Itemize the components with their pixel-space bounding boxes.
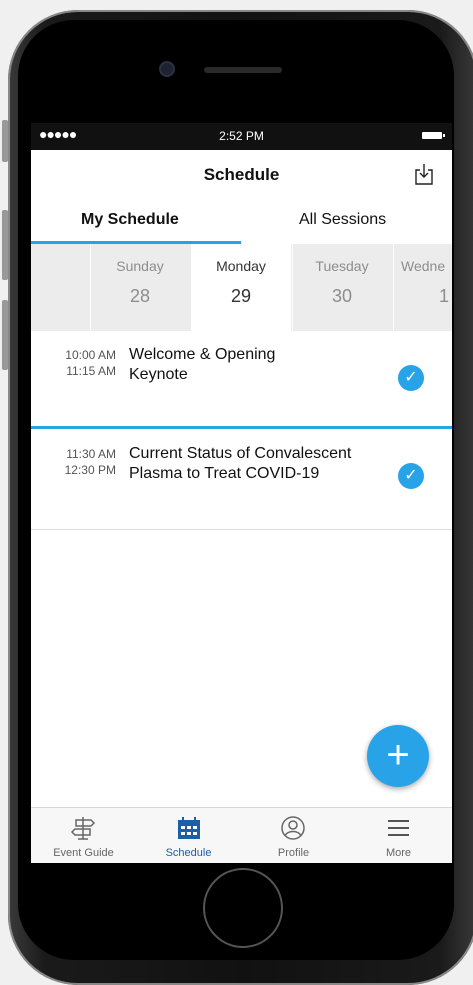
day-name: Sunday	[116, 258, 164, 274]
added-check-icon[interactable]: ✓	[398, 463, 424, 489]
tab-label: Profile	[277, 847, 310, 859]
front-camera	[161, 63, 173, 75]
day-selector: Sunday 28 Monday 29 Tuesday 30 Wedne 1	[31, 244, 452, 332]
day-tuesday[interactable]: Tuesday 30	[292, 244, 392, 331]
tab-label: More	[385, 847, 412, 859]
signpost-icon	[70, 817, 96, 840]
day-divider	[292, 244, 293, 331]
tab-all-sessions[interactable]: All Sessions	[299, 211, 386, 229]
day-number: 29	[230, 286, 252, 306]
day-wednesday[interactable]: Wedne 1	[393, 244, 452, 331]
session-end-time: 12:30 PM	[64, 463, 116, 477]
mute-switch	[2, 120, 8, 162]
tab-label: Schedule	[165, 847, 212, 859]
day-name: Wedne	[401, 258, 446, 274]
home-button[interactable]	[203, 868, 283, 948]
day-monday[interactable]: Monday 29	[191, 244, 291, 331]
menu-icon	[388, 820, 409, 836]
session-row[interactable]: 11:30 AM 12:30 PM Current Status of Conv…	[31, 429, 452, 529]
list-divider	[31, 529, 452, 530]
session-times: 10:00 AM 11:15 AM	[31, 347, 116, 379]
session-end-time: 11:15 AM	[66, 364, 116, 378]
session-title: Welcome & Opening Keynote	[129, 346, 276, 383]
session-start-time: 10:00 AM	[65, 348, 116, 362]
export-icon[interactable]	[414, 163, 434, 185]
session-row[interactable]: 10:00 AM 11:15 AM Welcome & Opening Keyn…	[31, 331, 452, 426]
volume-up-button	[2, 210, 8, 280]
tab-event-guide[interactable]: Event Guide	[31, 808, 136, 863]
bottom-tab-bar: Event Guide Schedule Profile More	[31, 807, 452, 863]
battery-icon	[422, 132, 445, 139]
tab-profile[interactable]: Profile	[241, 808, 346, 863]
session-start-time: 11:30 AM	[66, 447, 116, 461]
day-number: 1	[439, 286, 450, 306]
day-name: Monday	[216, 258, 266, 274]
day-sunday[interactable]: Sunday 28	[90, 244, 190, 331]
session-times: 11:30 AM 12:30 PM	[31, 446, 116, 478]
day-number: 30	[331, 286, 353, 306]
nav-bar: Schedule	[31, 150, 452, 197]
added-check-icon[interactable]: ✓	[398, 365, 424, 391]
schedule-tabs: My Schedule All Sessions	[31, 197, 452, 244]
session-title: Current Status of Convalescent Plasma to…	[129, 445, 352, 482]
calendar-icon	[178, 817, 200, 839]
volume-down-button	[2, 300, 8, 370]
page-title: Schedule	[203, 165, 280, 184]
app-screen: ●●●●● 2:52 PM Schedule My Schedule All S…	[31, 123, 452, 863]
day-divider	[393, 244, 394, 331]
day-number: 28	[129, 286, 151, 306]
tab-more[interactable]: More	[346, 808, 451, 863]
add-session-button[interactable]: +	[367, 725, 429, 787]
status-bar: ●●●●● 2:52 PM	[31, 123, 452, 150]
day-name: Tuesday	[315, 258, 369, 274]
profile-icon	[281, 816, 305, 840]
day-divider	[90, 244, 91, 331]
tab-my-schedule[interactable]: My Schedule	[81, 211, 179, 229]
status-time: 2:52 PM	[219, 129, 264, 143]
tab-label: Event Guide	[53, 847, 114, 859]
earpiece-speaker	[204, 67, 282, 73]
tab-schedule[interactable]: Schedule	[136, 808, 241, 863]
